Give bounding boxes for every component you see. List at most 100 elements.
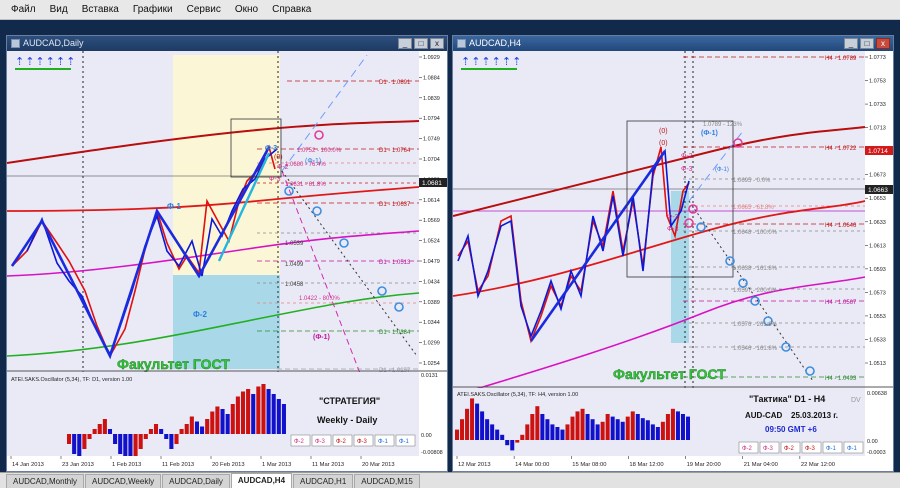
price-tick-label: 1.0434 [423,279,440,285]
tab-h1[interactable]: AUDCAD,H1 [293,474,354,488]
oscillator-bar [82,434,87,449]
date-tick-label: 18 Mar 12:00 [629,462,663,468]
tab-h4[interactable]: AUDCAD,H4 [230,473,293,488]
oscillator-bar [675,411,680,440]
tab-daily[interactable]: AUDCAD,Daily [162,474,230,488]
menu-charts[interactable]: Графики [126,0,180,20]
fibo-label: 1.0695 - 0.0% [733,178,771,184]
price-tick-label: 1.0839 [423,96,440,102]
oscillator-bar [555,427,560,440]
oscillator-bar [580,408,585,440]
date-tick-label: 20 Feb 2013 [212,462,245,468]
h4-window-title: AUDCAD,H4 [469,38,522,48]
price-tick-label: 1.0614 [423,198,440,204]
tab-weekly[interactable]: AUDCAD,Weekly [85,474,162,488]
oscillator-bar [261,384,266,434]
close-button[interactable]: x [430,38,444,49]
oscillator-bar [184,424,189,434]
oscillator-bar [570,416,575,440]
price-tick-label: 1.0794 [423,116,440,122]
wave-toggle-label[interactable]: Ф-2 [784,446,795,452]
minimize-button[interactable]: _ [398,38,412,49]
h4-chart-canvas[interactable]: H4 - 1.0789 H4 - 1.0722 H4 - 1.0646 H4 -… [453,51,894,472]
oscillator-bar [123,434,128,459]
trend-arrows: ⇡⇡⇡⇡⇡⇡ [461,56,522,68]
daily-window-titlebar[interactable]: AUDCAD,Daily _ □ x [7,36,447,51]
oscillator-bar [660,421,665,440]
menu-tools[interactable]: Сервис [180,0,228,20]
date-tick-label: 14 Mar 00:00 [515,462,549,468]
oscillator-bar [515,440,520,443]
oscillator-bar [169,434,174,449]
wave-toggle-label[interactable]: Ф-1 [378,439,389,445]
oscillator-bar [235,396,240,434]
menu-window[interactable]: Окно [228,0,265,20]
tactic-title: "Тактика" D1 - H4 [749,394,825,404]
wave-label: Ф-1 [167,202,181,211]
oscillator-bar [535,406,540,440]
wave-toggle-label[interactable]: Ф-2 [742,446,753,452]
menu-view[interactable]: Вид [43,0,75,20]
close-button[interactable]: x [876,38,890,49]
oscillator-bar [585,414,590,440]
oscillator-bar [620,421,625,440]
price-tick-label: 1.0344 [423,320,440,326]
wave-toggle-label[interactable]: Ф-1 [399,439,410,445]
oscillator-bar [670,408,675,440]
menu-help[interactable]: Справка [265,0,318,20]
oscillator-bar [251,394,256,434]
price-tick-label: 1.0749 [423,137,440,143]
wave-toggle-label[interactable]: Ф-2 [294,439,305,445]
oscillator-bar [194,421,199,434]
terminal-window: Файл Вид Вставка Графики Сервис Окно Спр… [0,0,900,488]
maximize-button[interactable]: □ [414,38,428,49]
wave-toggle-label[interactable]: Ф-1 [826,446,837,452]
oscillator-bar [650,424,655,440]
daily-chart-window[interactable]: AUDCAD,Daily _ □ x D1 - 1.0891 D1 - 1.07… [6,35,448,472]
wave-toggle-label[interactable]: Ф-3 [763,446,774,452]
fibo-label: 1.0422 - 80.0% [299,296,340,302]
oscillator-bar [200,426,205,434]
oscillator-bar [530,414,535,440]
chart-window-icon [457,39,466,48]
daily-chart-canvas[interactable]: D1 - 1.0891 D1 - 1.0764 D1 - 1.0637 D1 -… [7,51,448,472]
oscillator-bar [575,411,580,440]
date-tick-label: 20 Mar 2013 [362,462,395,468]
oscillator-bar [281,404,286,434]
menu-insert[interactable]: Вставка [75,0,126,20]
oscillator-bar [595,424,600,440]
oscillator-bar [174,434,179,444]
tab-m15[interactable]: AUDCAD,M15 [354,474,420,488]
wave-toggle-label[interactable]: Ф-2 [336,439,347,445]
oscillator-bar [102,419,107,434]
maximize-button[interactable]: □ [860,38,874,49]
price-tick-label: 1.0673 [869,173,886,179]
tab-monthly[interactable]: AUDCAD,Monthly [6,474,85,488]
price-tick-label: 1.0533 [869,337,886,343]
oscillator-bar [500,434,505,440]
wave-label: Ф-3 [681,166,693,173]
fibo-label: 1.0597 - 200.0% [733,288,778,294]
minimize-button[interactable]: _ [844,38,858,49]
wave-toggle-label[interactable]: Ф-1 [847,446,858,452]
menu-file[interactable]: Файл [4,0,43,20]
h4-chart-window[interactable]: AUDCAD,H4 _ □ x H4 - 1.0789 H4 - 1.0722 … [452,35,894,472]
dv-label: DV [851,397,861,404]
pair-label: AUD-CAD [745,411,783,420]
oscillator-bar [246,389,251,434]
wave-toggle-label[interactable]: Ф-3 [805,446,816,452]
oscillator-bar [97,424,102,434]
fibo-label: 1.0648 - 100.0% [733,230,778,236]
wave-toggle-label[interactable]: Ф-3 [315,439,326,445]
oscillator-bar [465,408,470,440]
price-tick-label: 1.0753 [869,79,886,85]
oscillator-title: ATEI.SAKS.Oscillator (5,34), TF: D1, ver… [11,377,132,383]
level-label: H4 - 1.0646 [825,223,857,229]
date-label: 25.03.2013 г. [791,411,838,420]
oscillator-bar [118,434,123,454]
osc-scale-label: -0.00808 [421,450,443,456]
current-price-label: 1.0681 [422,180,442,187]
price-tick-label: 1.0513 [869,361,886,367]
wave-toggle-label[interactable]: Ф-3 [357,439,368,445]
h4-window-titlebar[interactable]: AUDCAD,H4 _ □ x [453,36,893,51]
